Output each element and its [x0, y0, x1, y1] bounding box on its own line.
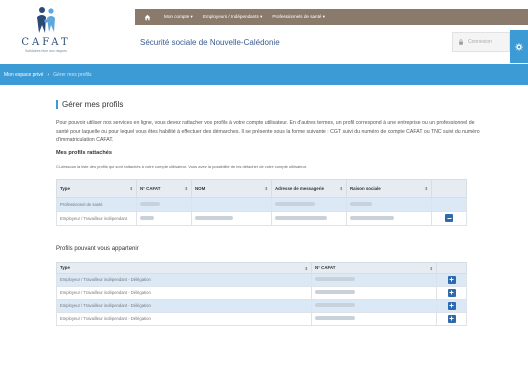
top-navigation: Mon compte ▾ Employeurs / Indépendants ▾…: [135, 9, 528, 25]
column-header-actions: [431, 178, 467, 198]
site-header: CAFAT Solidaires face aux risques Mon co…: [0, 0, 528, 64]
attach-profile-button[interactable]: [447, 314, 456, 323]
cell-email: [271, 210, 347, 226]
main-content: Gérer mes profils Pour pouvoir utiliser …: [56, 100, 486, 326]
lock-icon: [459, 39, 463, 45]
cell-email: [271, 196, 347, 212]
breadcrumb-current: Gérer mes profils: [53, 71, 92, 78]
detach-profile-button[interactable]: [445, 214, 453, 223]
column-header-company-name[interactable]: Raison sociale ⇕: [346, 178, 432, 198]
home-icon: [144, 14, 150, 20]
sort-icon: ⇕: [429, 265, 433, 271]
cell-type: Employeur / Travailleur indépendant: [56, 210, 137, 226]
cell-cafat-number: [136, 210, 192, 226]
login-label: Connexion: [468, 39, 492, 45]
attached-profiles-note: Ci-dessous la liste des profils qui sont…: [56, 163, 308, 169]
column-header-type[interactable]: Type ⇕: [56, 178, 137, 198]
plus-icon: [449, 277, 454, 282]
available-profiles-title: Profils pouvant vous appartenir: [56, 245, 139, 252]
cell-actions: [436, 272, 467, 287]
cell-actions: [436, 285, 467, 300]
column-header-email[interactable]: Adresse de messagerie ⇕: [271, 178, 347, 198]
sort-icon: ⇕: [184, 185, 188, 191]
nav-item-health-professionals[interactable]: Professionnels de santé ▾: [267, 14, 330, 20]
page-title-text: Gérer mes profils: [62, 100, 124, 109]
cell-cafat-number: [136, 196, 192, 212]
detach-icon: [447, 217, 451, 219]
family-logo-icon: [37, 7, 55, 33]
attach-profile-button[interactable]: [447, 288, 456, 297]
gear-icon: [515, 42, 523, 51]
page-title: Gérer mes profils: [56, 100, 486, 109]
nav-item-employers[interactable]: Employeurs / Indépendants ▾: [198, 14, 268, 20]
intro-paragraph: Pour pouvoir utiliser nos services en li…: [56, 120, 480, 144]
plus-icon: [449, 316, 454, 321]
sort-icon: ⇕: [129, 185, 133, 191]
table-header-row: Type ⇕ N° CAFAT ⇕ NOM ⇕ Adresse de messager…: [56, 178, 467, 198]
nav-item-account[interactable]: Mon compte ▾: [159, 14, 198, 20]
table-row: Employeur / Travailleur indépendant: [56, 210, 467, 226]
plus-icon: [449, 290, 454, 295]
sort-icon: ⇕: [424, 185, 428, 191]
cell-cafat-number: [311, 311, 437, 326]
cell-type: Employeur / Travailleur indépendant - Dé…: [56, 311, 312, 326]
column-header-name[interactable]: NOM ⇕: [191, 178, 272, 198]
settings-button[interactable]: [510, 30, 528, 63]
cafat-logo[interactable]: CAFAT Solidaires face aux risques: [6, 5, 86, 61]
cell-cafat-number: [311, 272, 437, 287]
cell-actions: [431, 196, 467, 212]
table-row: Employeur / Travailleur indépendant - Dé…: [56, 311, 467, 326]
cell-company-name: [346, 210, 432, 226]
available-profiles-table: Type ⇕ N° CAFAT ⇕ Employeur / Travailleur …: [56, 261, 467, 326]
table-row: Employeur / Travailleur indépendant - Dé…: [56, 272, 467, 287]
breadcrumb-root-link[interactable]: Mon espace privé: [4, 72, 43, 78]
breadcrumb-separator-icon: ›: [47, 71, 50, 78]
cell-company-name: [346, 196, 432, 212]
sort-icon: ⇕: [264, 185, 268, 191]
plus-icon: [449, 303, 454, 308]
cell-cafat-number: [311, 285, 437, 300]
sort-icon: ⇕: [339, 185, 343, 191]
column-header-type[interactable]: Type ⇕: [56, 261, 312, 274]
cell-cafat-number: [311, 298, 437, 313]
site-subtitle: Sécurité sociale de Nouvelle-Calédonie: [140, 38, 280, 47]
cell-name: [191, 196, 272, 212]
table-row: Employeur / Travailleur indépendant - Dé…: [56, 298, 467, 313]
cell-actions: [431, 210, 467, 226]
home-button[interactable]: [135, 9, 159, 25]
column-header-cafat-number[interactable]: N° CAFAT ⇕: [311, 261, 437, 274]
logo-tagline: Solidaires face aux risques: [25, 49, 67, 53]
attach-profile-button[interactable]: [447, 275, 456, 284]
cell-type: Employeur / Travailleur indépendant - Dé…: [56, 298, 312, 313]
cell-actions: [436, 311, 467, 326]
breadcrumb: Mon espace privé › Gérer mes profils: [0, 64, 528, 85]
table-row: Employeur / Travailleur indépendant - Dé…: [56, 285, 467, 300]
sort-icon: ⇕: [304, 265, 308, 271]
logo-text: CAFAT: [21, 37, 71, 48]
column-header-actions: [436, 261, 467, 274]
attached-profiles-title: Mes profils rattachés: [56, 149, 112, 156]
cell-name: [191, 210, 272, 226]
cell-type: Employeur / Travailleur indépendant - Dé…: [56, 272, 312, 287]
table-row: Professionnel de santé: [56, 196, 467, 212]
cell-type: Employeur / Travailleur indépendant - Dé…: [56, 285, 312, 300]
attached-profiles-table: Type ⇕ N° CAFAT ⇕ NOM ⇕ Adresse de messager…: [56, 178, 467, 226]
table-header-row: Type ⇕ N° CAFAT ⇕: [56, 261, 467, 274]
cell-actions: [436, 298, 467, 313]
title-accent-bar: [56, 100, 58, 109]
cell-type: Professionnel de santé: [56, 196, 137, 212]
login-button[interactable]: Connexion: [452, 32, 510, 52]
column-header-cafat-number[interactable]: N° CAFAT ⇕: [136, 178, 192, 198]
attach-profile-button[interactable]: [447, 301, 456, 310]
